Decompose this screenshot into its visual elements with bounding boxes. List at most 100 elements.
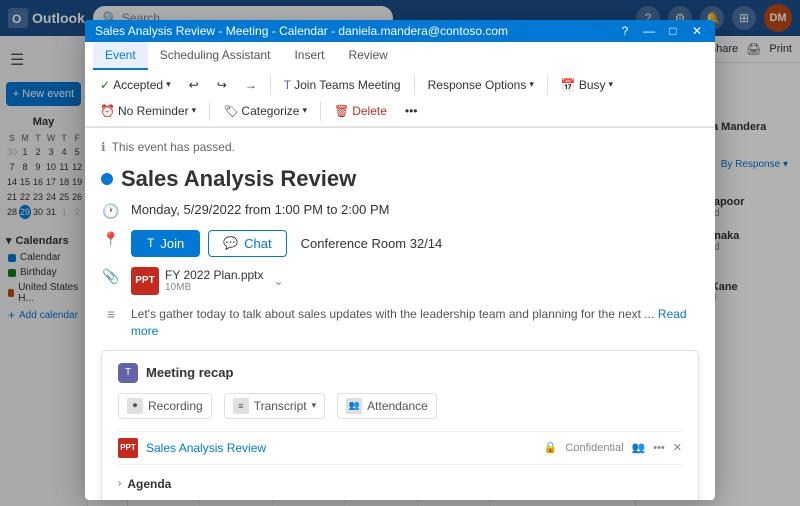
description-text: Let's gather today to talk about sales u… <box>131 307 654 321</box>
text-icon: ≡ <box>101 306 121 322</box>
attendance-button[interactable]: 👥 Attendance <box>337 393 437 419</box>
pptx-icon: PPT <box>131 267 159 295</box>
expand-attachment-icon[interactable]: ⌄ <box>274 274 284 288</box>
chat-button[interactable]: 💬 Chat <box>208 230 286 257</box>
modal-title-bar: Sales Analysis Review - Meeting - Calend… <box>85 20 715 42</box>
recap-teams-icon: T <box>118 363 138 383</box>
share-people-icon[interactable]: 👥 <box>632 441 646 454</box>
forward-button[interactable]: → <box>238 74 264 96</box>
chevron-right-icon: › <box>118 478 121 489</box>
tag-icon: 🏷 <box>223 104 238 118</box>
confidential-label: Confidential <box>565 442 623 454</box>
help-button[interactable]: ? <box>617 23 633 39</box>
modal-toolbar: ✓ Accepted ▾ ↩ ↪ → T Join Teams Meeting … <box>85 70 715 127</box>
attachment-file: PPT FY 2022 Plan.pptx 10MB ⌄ <box>131 267 699 295</box>
event-location-row: 📍 T Join 💬 Chat Conference Room 32/14 <box>101 230 699 257</box>
event-color-dot <box>101 173 113 185</box>
info-icon: ℹ <box>101 140 106 154</box>
more-doc-options[interactable]: ••• <box>653 442 665 454</box>
redo-button[interactable]: ↪ <box>210 74 234 96</box>
transcript-button[interactable]: ≡ Transcript ▾ <box>224 393 325 419</box>
recap-title: Meeting recap <box>146 365 233 380</box>
recording-icon: ⏺ <box>127 398 143 414</box>
location-icon: 📍 <box>101 231 121 248</box>
undo-button[interactable]: ↩ <box>182 74 206 96</box>
tab-event[interactable]: Event <box>93 42 148 70</box>
recap-doc-title[interactable]: Sales Analysis Review <box>146 441 536 455</box>
close-button[interactable]: ✕ <box>689 23 705 39</box>
clock-icon: 🕐 <box>101 203 121 220</box>
calendar-icon: 📅 <box>561 78 576 92</box>
delete-button[interactable]: 🗑 Delete <box>327 100 394 122</box>
event-modal: Sales Analysis Review - Meeting - Calend… <box>85 20 715 500</box>
no-reminder-button[interactable]: ⏰ No Reminder ▾ <box>93 100 203 122</box>
busy-button[interactable]: 📅 Busy ▾ <box>554 74 620 96</box>
recap-doc-bar: PPT Sales Analysis Review 🔒 Confidential… <box>118 431 682 465</box>
modal-overlay: Sales Analysis Review - Meeting - Calend… <box>0 0 800 506</box>
description-row: ≡ Let's gather today to talk about sales… <box>101 305 699 338</box>
separator <box>270 75 271 95</box>
delete-icon: 🗑 <box>334 104 349 118</box>
separator <box>414 75 415 95</box>
recap-actions: ⏺ Recording ≡ Transcript ▾ 👥 Attendance <box>118 393 682 419</box>
paperclip-icon: 📎 <box>101 268 121 285</box>
recording-button[interactable]: ⏺ Recording <box>118 393 212 419</box>
separator <box>547 75 548 95</box>
file-name[interactable]: FY 2022 Plan.pptx <box>165 268 264 282</box>
chevron-down-icon: ▾ <box>609 79 614 90</box>
response-options-button[interactable]: Response Options ▾ <box>421 74 541 96</box>
agenda-section[interactable]: › Agenda <box>118 473 682 495</box>
chevron-down-icon: ▾ <box>529 79 534 90</box>
description-content: Let's gather today to talk about sales u… <box>131 305 699 338</box>
event-title-row: Sales Analysis Review <box>101 166 699 192</box>
categorize-button[interactable]: 🏷 Categorize ▾ <box>216 100 314 122</box>
event-passed-notice: ℹ This event has passed. <box>101 140 699 154</box>
chat-icon: 💬 <box>223 236 238 250</box>
join-chat-row: T Join 💬 Chat Conference Room 32/14 <box>131 230 699 257</box>
join-teams-button[interactable]: T Join Teams Meeting <box>277 74 408 96</box>
window-controls: ? — □ ✕ <box>617 23 705 39</box>
confidential-icon: 🔒 <box>544 441 558 454</box>
attachment-content: PPT FY 2022 Plan.pptx 10MB ⌄ <box>131 267 699 295</box>
modal-tabs: Event Scheduling Assistant Insert Review <box>85 42 715 70</box>
chevron-down-icon: ▾ <box>302 105 307 116</box>
chevron-down-icon: ▾ <box>312 400 317 411</box>
event-time-row: 🕐 Monday, 5/29/2022 from 1:00 PM to 2:00… <box>101 202 699 220</box>
event-title: Sales Analysis Review <box>121 166 356 192</box>
modal-title-text: Sales Analysis Review - Meeting - Calend… <box>95 24 508 38</box>
separator <box>320 101 321 121</box>
more-options-button[interactable]: ••• <box>398 100 425 122</box>
recap-doc-controls: 🔒 Confidential 👥 ••• ✕ <box>544 441 682 454</box>
separator <box>209 101 210 121</box>
accepted-button[interactable]: ✓ Accepted ▾ <box>93 74 178 96</box>
teams-icon: T <box>147 236 154 250</box>
recap-header: T Meeting recap <box>118 363 682 383</box>
clock-icon: ⏰ <box>100 104 115 118</box>
passed-text: This event has passed. <box>112 140 235 154</box>
location-text: Conference Room 32/14 <box>301 236 443 251</box>
modal-body: ℹ This event has passed. Sales Analysis … <box>85 128 715 500</box>
recap-doc-ppt-icon: PPT <box>118 438 138 458</box>
attachment-info: FY 2022 Plan.pptx 10MB <box>165 268 264 293</box>
modal-ribbon: Event Scheduling Assistant Insert Review… <box>85 42 715 128</box>
check-icon: ✓ <box>100 78 110 92</box>
meeting-recap-card: T Meeting recap ⏺ Recording ≡ Transcript… <box>101 350 699 500</box>
attendance-icon: 👥 <box>346 398 362 414</box>
tab-scheduling[interactable]: Scheduling Assistant <box>148 42 283 70</box>
notes-section[interactable]: ⌄ Notes <box>118 495 682 500</box>
file-size: 10MB <box>165 282 264 293</box>
tab-review[interactable]: Review <box>336 42 399 70</box>
teams-icon: T <box>284 78 291 92</box>
join-chat-location: T Join 💬 Chat Conference Room 32/14 <box>131 230 699 257</box>
close-doc-icon[interactable]: ✕ <box>673 441 682 454</box>
modal-title: Sales Analysis Review - Meeting - Calend… <box>95 24 508 38</box>
join-button[interactable]: T Join <box>131 230 200 257</box>
tab-insert[interactable]: Insert <box>282 42 336 70</box>
chevron-down-icon: ▾ <box>192 105 197 116</box>
chevron-down-icon: ▾ <box>166 79 171 90</box>
minimize-button[interactable]: — <box>641 23 657 39</box>
attachment-row: 📎 PPT FY 2022 Plan.pptx 10MB ⌄ <box>101 267 699 295</box>
agenda-label: Agenda <box>127 477 171 491</box>
maximize-button[interactable]: □ <box>665 23 681 39</box>
notes-label: Notes <box>132 499 165 500</box>
